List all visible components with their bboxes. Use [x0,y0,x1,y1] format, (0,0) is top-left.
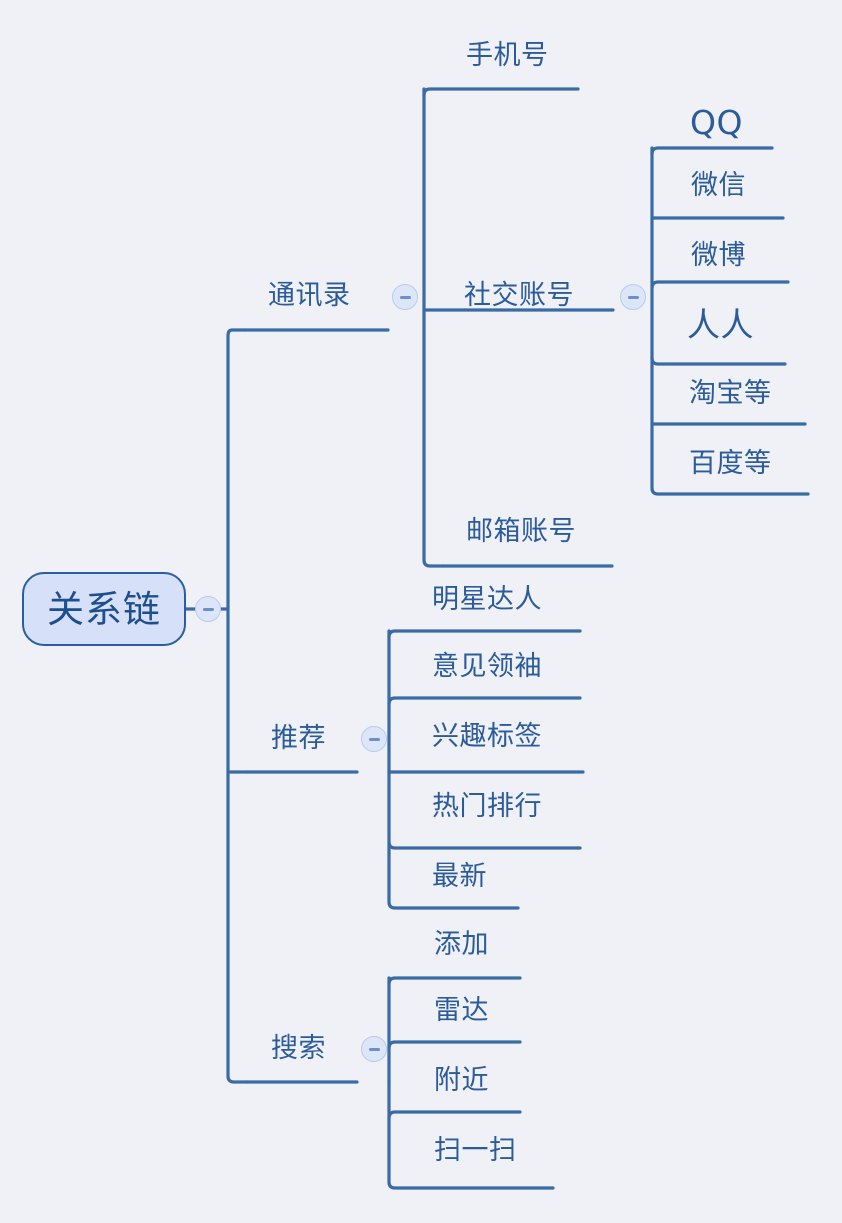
root-node[interactable]: 关系链 [22,572,186,646]
minus-icon [368,737,380,741]
underline-radar [387,1040,522,1050]
node-radar[interactable]: 雷达 [434,997,489,1024]
node-star[interactable]: 明星达人 [432,586,542,613]
node-email[interactable]: 邮箱账号 [466,518,576,545]
minus-icon [399,295,411,299]
minus-icon [202,607,214,611]
minus-icon [368,1047,380,1051]
underline-nearby [387,1110,522,1120]
toggle-search[interactable] [361,1036,387,1062]
node-renren[interactable]: 人人 [687,308,754,341]
node-baidu[interactable]: 百度等 [689,450,772,477]
node-taobao[interactable]: 淘宝等 [689,380,772,407]
underline-add [387,976,522,986]
node-contacts[interactable]: 通讯录 [268,282,351,309]
toggle-social[interactable] [620,284,646,310]
node-qq[interactable]: QQ [690,106,743,139]
node-wechat[interactable]: 微信 [691,172,746,199]
connector-contacts-spine [422,87,445,568]
toggle-recommend[interactable] [361,726,387,752]
node-phone[interactable]: 手机号 [466,42,549,69]
toggle-contacts[interactable] [392,284,418,310]
node-interest[interactable]: 兴趣标签 [432,723,542,750]
minus-icon [627,295,639,299]
underline-phone [422,87,580,97]
underline-hot [387,840,582,850]
root-node-label: 关系链 [47,587,161,631]
node-recommend[interactable]: 推荐 [271,725,326,752]
node-opinion[interactable]: 意见领袖 [432,653,542,680]
underline-renren [650,356,787,366]
underline-star [387,629,582,639]
underline-weibo [650,280,790,290]
node-scan[interactable]: 扫一扫 [434,1137,517,1164]
node-social[interactable]: 社交账号 [464,282,574,309]
node-newest[interactable]: 最新 [432,863,487,890]
node-hot[interactable]: 热门排行 [432,793,542,820]
underline-qq [650,146,774,156]
connector-level1-spine [226,328,249,1084]
mindmap-canvas: 关系链 通讯录 推荐 搜索 手机号 社交账号 邮箱账号 QQ 微信 微博 人人 … [0,0,842,1223]
node-add[interactable]: 添加 [434,931,489,958]
underline-opinion [387,696,582,706]
node-weibo[interactable]: 微博 [691,242,746,269]
toggle-root[interactable] [195,596,221,622]
node-search[interactable]: 搜索 [271,1035,326,1062]
node-nearby[interactable]: 附近 [434,1067,489,1094]
